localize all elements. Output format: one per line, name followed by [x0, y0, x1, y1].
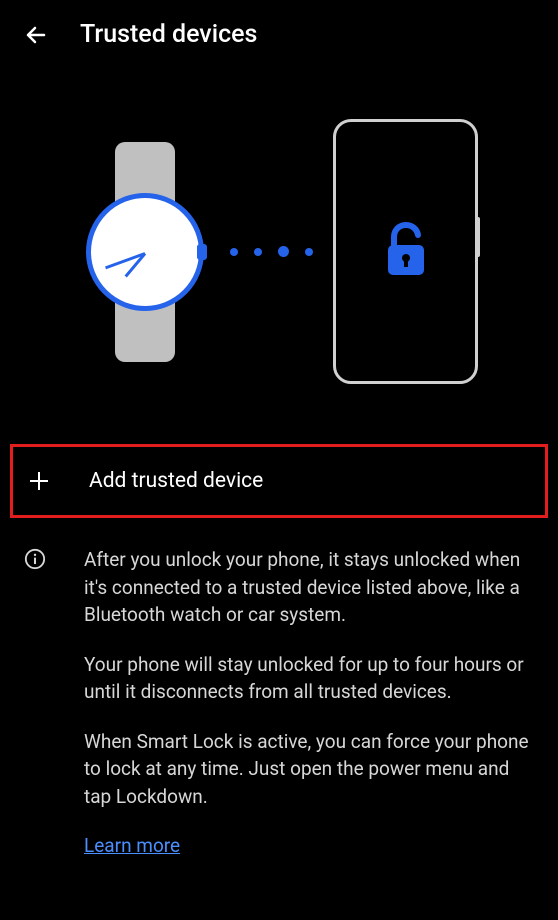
unlock-icon: [382, 221, 430, 283]
plus-icon: [27, 469, 51, 493]
info-icon: [24, 548, 46, 570]
add-trusted-device-row[interactable]: Add trusted device: [10, 444, 548, 518]
header: Trusted devices: [0, 0, 558, 69]
info-text: After you unlock your phone, it stays un…: [84, 546, 534, 860]
info-section: After you unlock your phone, it stays un…: [0, 518, 558, 860]
connection-dots-icon: [230, 246, 313, 257]
learn-more-link[interactable]: Learn more: [84, 834, 180, 857]
add-device-label: Add trusted device: [89, 469, 263, 493]
back-arrow-icon[interactable]: [24, 23, 48, 47]
watch-icon: [80, 142, 210, 362]
page-title: Trusted devices: [80, 20, 257, 49]
info-paragraph-2: Your phone will stay unlocked for up to …: [84, 651, 534, 706]
illustration: [0, 69, 558, 444]
phone-icon: [333, 119, 478, 384]
info-paragraph-1: After you unlock your phone, it stays un…: [84, 546, 534, 629]
info-paragraph-3: When Smart Lock is active, you can force…: [84, 728, 534, 811]
